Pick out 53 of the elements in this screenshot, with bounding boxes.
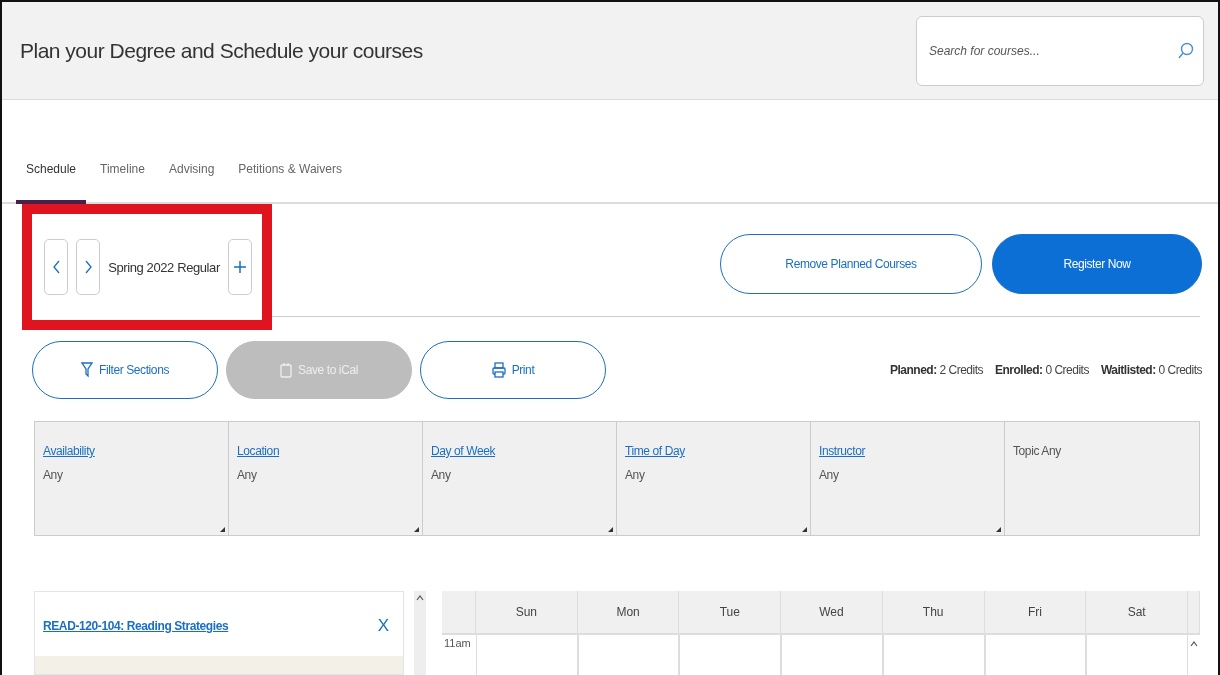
filter-link[interactable]: Time of Day: [625, 444, 802, 458]
filter-value: Any: [237, 468, 258, 482]
day-header: Sun: [476, 591, 578, 635]
chevron-left-icon: [52, 260, 60, 274]
resize-grip-icon[interactable]: [220, 527, 225, 532]
resize-grip-icon[interactable]: [608, 527, 613, 532]
page-title: Plan your Degree and Schedule your courses: [20, 38, 423, 63]
filter-value: Any: [625, 468, 646, 482]
day-header: Tue: [679, 591, 782, 635]
remove-course-button[interactable]: X: [377, 616, 389, 636]
add-button[interactable]: [227, 239, 252, 295]
resize-grip-icon[interactable]: [414, 527, 419, 532]
credit-count: Waitlisted: 0 Credits: [1100, 363, 1202, 377]
filter-link[interactable]: Availability: [43, 444, 220, 458]
course-link[interactable]: READ-120-104: Reading Strategies: [43, 619, 229, 633]
scroll-up-icon[interactable]: [1190, 641, 1198, 647]
filter-link[interactable]: Location: [237, 444, 414, 458]
resize-grip-icon[interactable]: [802, 527, 807, 532]
tab[interactable]: Advising: [158, 154, 225, 204]
day-header: Sat: [1086, 591, 1188, 635]
register-button[interactable]: Register Now: [992, 234, 1202, 294]
remove-button[interactable]: Remove Planned Courses: [720, 234, 982, 294]
plus-icon: [232, 260, 247, 274]
day-header: Thu: [882, 591, 985, 635]
tab[interactable]: Timeline: [90, 154, 155, 204]
day-header: Wed: [781, 591, 883, 635]
chevron-right-icon: [84, 260, 92, 274]
calendar-icon: [280, 362, 293, 378]
day-header: Mon: [577, 591, 680, 635]
tab[interactable]: Petitions & Waivers: [228, 154, 352, 204]
filter-link[interactable]: Instructor: [819, 444, 996, 458]
term-name: Spring 2022 Regular: [108, 259, 220, 275]
credit-count: Planned: 2 Credits: [890, 363, 984, 377]
printer-icon: [491, 362, 506, 378]
filter-button[interactable]: Filter Sections: [32, 341, 218, 399]
credit-count: Enrolled: 0 Credits: [995, 363, 1089, 377]
filter-label: Topic Any: [1013, 444, 1062, 458]
search-field[interactable]: Search for courses...: [916, 15, 1204, 86]
header-corner: [442, 591, 476, 635]
tab[interactable]: Schedule: [16, 154, 87, 204]
search-icon[interactable]: [1178, 41, 1194, 60]
filter-icon: [81, 362, 93, 378]
scrollbar[interactable]: [414, 591, 426, 675]
filter-value: Any: [43, 468, 64, 482]
time-label: 11am: [443, 636, 472, 651]
scroll-up-icon[interactable]: [416, 595, 424, 601]
header-corner: [1188, 591, 1200, 635]
filter-value: Any: [819, 468, 840, 482]
day-header: Fri: [984, 591, 1087, 635]
filter-link[interactable]: Day of Week: [431, 444, 608, 458]
resize-grip-icon[interactable]: [996, 527, 1001, 532]
print-button[interactable]: Print: [420, 341, 606, 399]
filter-value: Any: [431, 468, 452, 482]
